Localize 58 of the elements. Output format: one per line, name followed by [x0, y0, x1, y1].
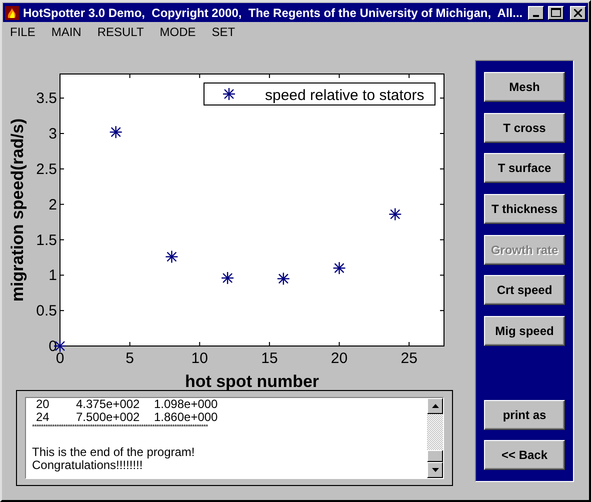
output-value: 20	[35, 398, 50, 410]
scrollbar[interactable]	[427, 398, 443, 478]
data-point	[277, 272, 290, 285]
close-button[interactable]	[570, 6, 586, 20]
x-tick-label: 25	[400, 350, 418, 367]
y-tick-label: 1	[48, 267, 57, 284]
y-tick-label: 3	[48, 126, 57, 142]
menu-item[interactable]: MODE	[160, 25, 196, 41]
output-value: 4.375e+002	[76, 398, 141, 410]
y-tick-label: 0	[48, 338, 57, 355]
flame-icon	[5, 6, 19, 20]
data-point	[166, 250, 178, 263]
up-arrow-icon	[432, 404, 438, 408]
output-value: 7.500e+002	[76, 410, 141, 423]
y-tick-label: 3.5	[36, 90, 57, 108]
x-tick-label: 0	[56, 350, 64, 367]
action-button[interactable]: T cross	[484, 112, 565, 143]
menu-item[interactable]: MAIN	[51, 25, 82, 41]
menu-item[interactable]: FILE	[10, 25, 36, 41]
down-arrow-icon	[432, 468, 438, 472]
action-button[interactable]: T surface	[484, 153, 565, 184]
minimize-button[interactable]	[528, 6, 544, 20]
action-button[interactable]: Crt speed	[484, 275, 565, 306]
scroll-up-button[interactable]	[427, 398, 443, 414]
legend-label: speed relative to stators	[265, 87, 424, 104]
data-point	[333, 262, 346, 274]
scroll-thumb[interactable]	[427, 450, 443, 462]
window-title: HotSpotter 3.0 Demo, Copyright 2000, The Regents of the University of Michigan, All...	[23, 6, 524, 20]
maximize-button[interactable]	[548, 6, 564, 20]
minimize-icon	[533, 14, 539, 16]
action-button[interactable]: T thickness	[484, 194, 565, 224]
output-value: 1.860e+000	[154, 410, 219, 423]
y-tick-label: 0.5	[36, 302, 57, 320]
scroll-down-button[interactable]	[427, 462, 443, 478]
back-button[interactable]: << Back	[484, 440, 565, 470]
legend: speed relative to stators	[204, 82, 436, 106]
menu-item[interactable]: RESULT	[97, 25, 144, 41]
x-tick-label: 20	[330, 350, 348, 367]
x-tick-label: 10	[191, 350, 208, 367]
action-button[interactable]: Mig speed	[484, 316, 565, 346]
menu-item[interactable]: SET	[212, 25, 236, 41]
print-button[interactable]: print as	[484, 400, 565, 430]
output-line: Congratulations!!!!!!!!	[32, 458, 144, 471]
action-button[interactable]: Mesh	[484, 72, 565, 102]
x-tick-label: 5	[126, 350, 134, 367]
data-point	[389, 208, 402, 220]
output-line: This is the end of the program!	[32, 446, 196, 458]
close-icon	[574, 8, 582, 16]
output-value: 24	[35, 410, 50, 423]
output-value: 1.098e+000	[154, 398, 219, 410]
y-tick-label: 2	[48, 196, 57, 214]
data-point	[222, 272, 234, 284]
data-point	[110, 126, 122, 138]
y-tick-label: 2.5	[36, 160, 57, 178]
x-tick-label: 15	[261, 350, 278, 367]
maximize-icon	[551, 8, 561, 17]
y-tick-label: 1.5	[36, 232, 57, 249]
y-axis-label: migration speed(rad/s)	[8, 118, 27, 302]
